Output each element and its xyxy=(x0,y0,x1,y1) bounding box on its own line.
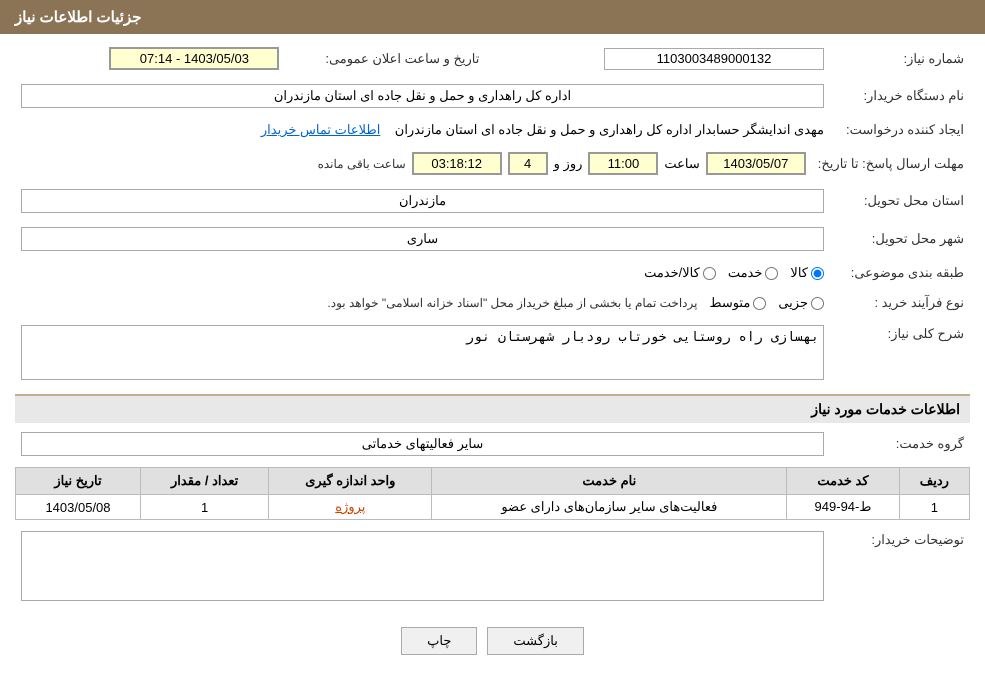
col-نام-خدمت: نام خدمت xyxy=(432,468,787,495)
نام-دستگاه-label: نام دستگاه خریدار: xyxy=(830,81,970,111)
radio-متوسط[interactable]: متوسط xyxy=(709,295,766,311)
استان-value: مازندران xyxy=(21,189,824,213)
شهر-label: شهر محل تحویل: xyxy=(830,224,970,254)
گروه-خدمت-value: سایر فعالیتهای خدماتی xyxy=(21,432,824,456)
radio-متوسط-input[interactable] xyxy=(753,297,766,310)
radio-کالا-label: کالا xyxy=(790,265,808,281)
cell-ردیف: 1 xyxy=(899,495,969,520)
services-table: ردیف کد خدمت نام خدمت واحد اندازه گیری ت… xyxy=(15,467,970,520)
col-تعداد: تعداد / مقدار xyxy=(141,468,269,495)
توضیحات-textarea[interactable] xyxy=(21,531,824,601)
تاریخ-label: تاریخ و ساعت اعلان عمومی: xyxy=(285,44,485,73)
cell-کد-خدمت: ط-94-949 xyxy=(787,495,899,520)
radio-جزیی-input[interactable] xyxy=(811,297,824,310)
چاپ-button[interactable]: چاپ xyxy=(401,627,477,655)
اطلاعات-تماس-link[interactable]: اطلاعات تماس خریدار xyxy=(261,122,380,137)
cell-واحد: پروژه xyxy=(269,495,432,520)
شماره-نیاز-value: 1103003489000132 xyxy=(604,48,824,70)
radio-خدمت-input[interactable] xyxy=(765,267,778,280)
شرح-نیاز-textarea[interactable]: بهسازی راه روستایی خورتاب رودبار شهرستان… xyxy=(21,325,824,380)
شرح-نیاز-label: شرح کلی نیاز: xyxy=(830,322,970,386)
radio-کالا[interactable]: کالا xyxy=(790,265,824,281)
واحد-link[interactable]: پروژه xyxy=(335,499,365,514)
مهلت-label: مهلت ارسال پاسخ: تا تاریخ: xyxy=(812,149,970,178)
radio-کالا-خدمت-input[interactable] xyxy=(703,267,716,280)
نوع-فرآیند-label: نوع فرآیند خرید : xyxy=(830,292,970,314)
باقی-مانده-label: ساعت باقی مانده xyxy=(318,157,406,171)
روز-label: روز و xyxy=(554,156,583,172)
radio-کالا-خدمت[interactable]: کالا/خدمت xyxy=(644,265,716,281)
طبقه-radio-group: کالا خدمت کالا/خدمت xyxy=(21,265,824,281)
شهر-value: ساری xyxy=(21,227,824,251)
cell-تعداد: 1 xyxy=(141,495,269,520)
cell-نام-خدمت: فعالیت‌های سایر سازمان‌های دارای عضو xyxy=(432,495,787,520)
ایجاد-کننده-label: ایجاد کننده درخواست: xyxy=(830,119,970,141)
radio-جزیی-label: جزیی xyxy=(778,295,808,311)
مهلت-ساعت: 11:00 xyxy=(588,152,658,175)
col-ردیف: ردیف xyxy=(899,468,969,495)
طبقه-label: طبقه بندی موضوعی: xyxy=(830,262,970,284)
بازگشت-button[interactable]: بازگشت xyxy=(487,627,583,655)
نوع-فرآیند-text: پرداخت تمام یا بخشی از مبلغ خریداز محل "… xyxy=(327,296,697,310)
استان-label: استان محل تحویل: xyxy=(830,186,970,216)
col-تاریخ: تاریخ نیاز xyxy=(16,468,141,495)
مهلت-date: 1403/05/07 xyxy=(706,152,806,175)
نام-دستگاه-value: اداره کل راهداری و حمل و نقل جاده ای است… xyxy=(21,84,824,108)
radio-خدمت[interactable]: خدمت xyxy=(728,265,779,281)
توضیحات-label: توضیحات خریدار: xyxy=(830,528,970,607)
مهلت-روز: 4 xyxy=(508,152,548,175)
radio-متوسط-label: متوسط xyxy=(709,295,750,311)
خدمات-section-title: اطلاعات خدمات مورد نیاز xyxy=(15,394,970,423)
table-row: 1 ط-94-949 فعالیت‌های سایر سازمان‌های دا… xyxy=(16,495,970,520)
radio-جزیی[interactable]: جزیی xyxy=(778,295,824,311)
گروه-خدمت-label: گروه خدمت: xyxy=(830,429,970,459)
button-bar: بازگشت چاپ xyxy=(15,615,970,671)
cell-تاریخ: 1403/05/08 xyxy=(16,495,141,520)
radio-کالا-خدمت-label: کالا/خدمت xyxy=(644,265,700,281)
مهلت-باقی: 03:18:12 xyxy=(412,152,502,175)
radio-خدمت-label: خدمت xyxy=(728,265,763,281)
تاریخ-value: 1403/05/03 - 07:14 xyxy=(109,47,279,70)
col-واحد: واحد اندازه گیری xyxy=(269,468,432,495)
radio-کالا-input[interactable] xyxy=(811,267,824,280)
page-header: جزئیات اطلاعات نیاز xyxy=(0,0,985,34)
ساعت-label: ساعت xyxy=(664,156,699,172)
شماره-نیاز-label: شماره نیاز: xyxy=(830,44,970,73)
page-title: جزئیات اطلاعات نیاز xyxy=(15,9,142,26)
نوع-فرآیند-group: جزیی متوسط پرداخت تمام یا بخشی از مبلغ خ… xyxy=(21,295,824,311)
ایجاد-کننده-value: مهدی اندایشگر حسابدار اداره کل راهداری و… xyxy=(395,122,824,137)
col-کد-خدمت: کد خدمت xyxy=(787,468,899,495)
